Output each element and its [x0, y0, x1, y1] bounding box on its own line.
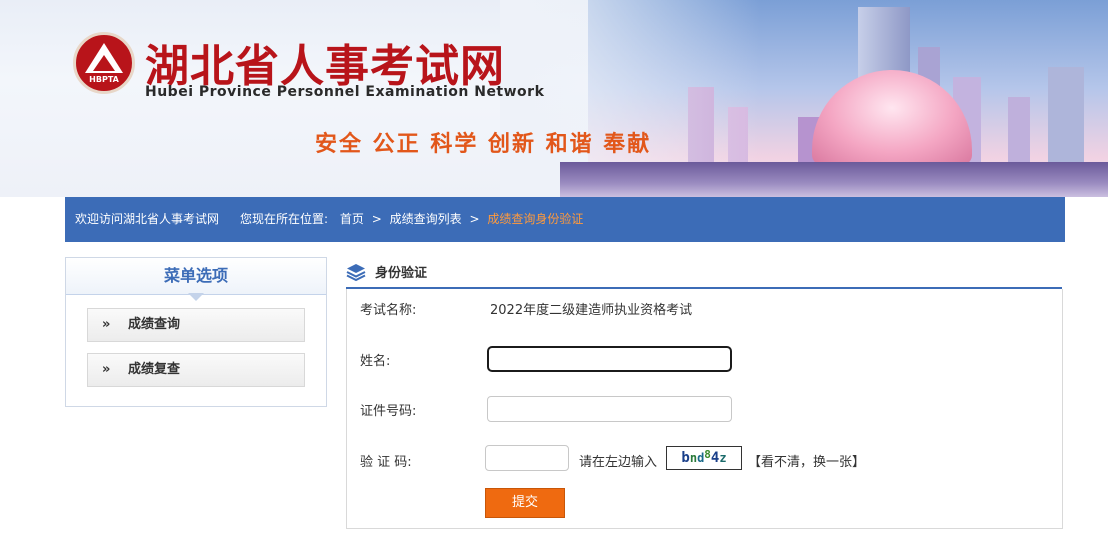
section-header: 身份验证 — [346, 257, 1062, 289]
captcha-image[interactable]: bnd84z — [666, 446, 742, 470]
section-title: 身份验证 — [375, 266, 428, 281]
sidebar-menu: 菜单选项 » 成绩查询 » 成绩复查 — [65, 257, 327, 407]
exam-name-value: 2022年度二级建造师执业资格考试 — [490, 303, 693, 318]
welcome-text: 欢迎访问湖北省人事考试网 — [75, 212, 220, 226]
captcha-hint: 请在左边输入 — [579, 455, 658, 470]
site-subtitle: Hubei Province Personnel Examination Net… — [145, 84, 545, 100]
layers-icon — [346, 264, 366, 282]
sidebar-item-label: 成绩复查 — [128, 362, 181, 377]
id-number-label: 证件号码: — [360, 404, 417, 419]
double-chevron-icon: » — [102, 317, 111, 332]
exam-name-label: 考试名称: — [360, 303, 417, 318]
breadcrumb-score-list[interactable]: 成绩查询列表 — [390, 212, 462, 226]
nav-bar: 欢迎访问湖北省人事考试网 您现在所在位置: 首页 > 成绩查询列表 > 成绩查询… — [65, 197, 1065, 242]
captcha-char: 8 — [704, 448, 711, 461]
sidebar-item-score-query[interactable]: » 成绩查询 — [87, 308, 305, 342]
breadcrumb-separator: > — [371, 212, 382, 226]
captcha-input[interactable] — [485, 445, 569, 471]
captcha-char: z — [719, 451, 727, 465]
river-illustration — [560, 162, 1108, 197]
name-input[interactable] — [487, 346, 732, 372]
breadcrumb-home[interactable]: 首页 — [340, 212, 364, 226]
site-logo[interactable]: HBPTA — [73, 32, 135, 94]
site-slogan: 安全 公正 科学 创新 和谐 奉献 — [315, 132, 652, 157]
refresh-captcha-link[interactable]: 【看不清，换一张】 — [748, 451, 865, 470]
breadcrumb: 您现在所在位置: 首页 > 成绩查询列表 > 成绩查询身份验证 — [240, 197, 583, 242]
sidebar-item-score-review[interactable]: » 成绩复查 — [87, 353, 305, 387]
menu-title-arrow — [188, 293, 204, 301]
location-label: 您现在所在位置: — [240, 212, 329, 226]
name-label: 姓名: — [360, 354, 391, 369]
id-number-input[interactable] — [487, 396, 732, 422]
menu-title: 菜单选项 — [66, 258, 326, 301]
submit-button[interactable]: 提交 — [485, 488, 565, 518]
captcha-char: b — [681, 450, 690, 466]
logo-abbr: HBPTA — [89, 75, 119, 84]
captcha-label: 验 证 码: — [360, 455, 412, 470]
breadcrumb-current: 成绩查询身份验证 — [487, 212, 584, 226]
header-banner: HBPTA 湖北省人事考试网 Hubei Province Personnel … — [0, 0, 1108, 197]
sidebar-item-label: 成绩查询 — [128, 317, 181, 332]
double-chevron-icon: » — [102, 362, 111, 377]
captcha-char: n — [689, 451, 698, 465]
breadcrumb-separator: > — [469, 212, 480, 226]
